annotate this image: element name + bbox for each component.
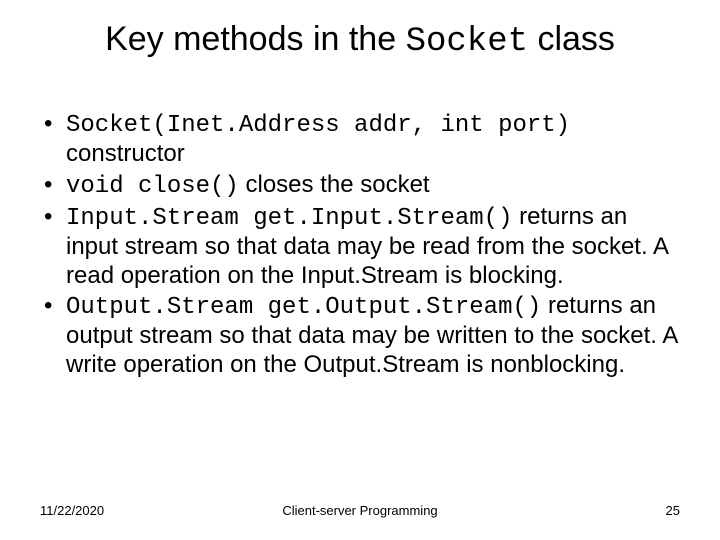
bullet-code: Output.Stream get.Output.Stream(): [66, 294, 541, 321]
title-post: class: [528, 20, 615, 58]
title-pre: Key methods in the: [105, 20, 406, 58]
bullet-code: Input.Stream get.Input.Stream(): [66, 205, 512, 232]
list-item: Input.Stream get.Input.Stream() returns …: [40, 203, 680, 290]
bullet-code: Socket(Inet.Address addr, int port): [66, 112, 570, 139]
footer-center: Client-server Programming: [40, 503, 680, 518]
bullet-code: void close(): [66, 173, 239, 200]
slide-footer: 11/22/2020 Client-server Programming 25: [40, 503, 680, 518]
list-item: Socket(Inet.Address addr, int port) cons…: [40, 110, 680, 169]
list-item: Output.Stream get.Output.Stream() return…: [40, 292, 680, 379]
bullet-text: constructor: [66, 140, 185, 167]
bullet-text: closes the socket: [239, 171, 430, 198]
slide-title: Key methods in the Socket class: [0, 20, 720, 61]
slide-body: Socket(Inet.Address addr, int port) cons…: [40, 110, 680, 381]
list-item: void close() closes the socket: [40, 171, 680, 201]
title-code: Socket: [406, 23, 528, 61]
bullet-list: Socket(Inet.Address addr, int port) cons…: [40, 110, 680, 379]
slide: Key methods in the Socket class Socket(I…: [0, 0, 720, 540]
